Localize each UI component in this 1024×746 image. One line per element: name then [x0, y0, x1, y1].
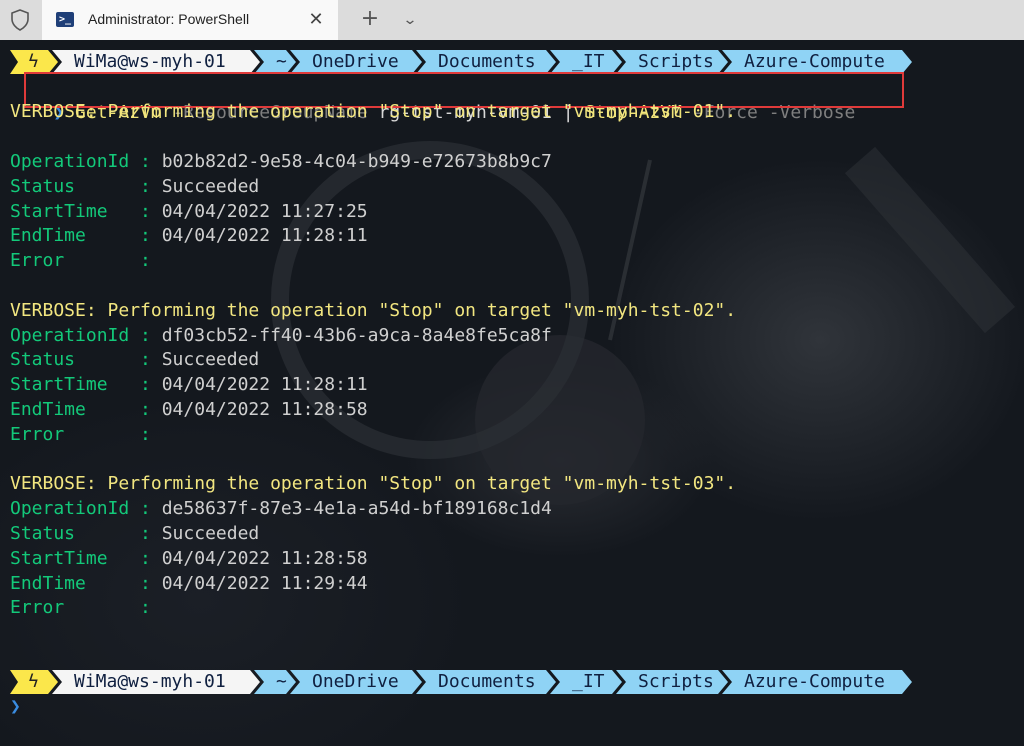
end-time-label: EndTime : — [10, 399, 162, 420]
start-time-value: 04/04/2022 11:28:11 — [161, 374, 368, 396]
start-time-value: 04/04/2022 11:27:25 — [161, 200, 368, 222]
tab-bar: >_ Administrator: PowerShell ✕ + ⌄ — [0, 0, 1024, 40]
result-row-start-time: StartTime : 04/04/2022 11:27:25 — [10, 199, 368, 224]
prompt1-segment-1: WiMa@ws-myh-01 — [52, 50, 260, 74]
end-time-value: 04/04/2022 11:29:44 — [161, 572, 368, 594]
result-row-operation-id: OperationId : b02b82d2-9e58-4c04-b949-e7… — [10, 149, 552, 174]
error-label: Error : — [10, 423, 151, 445]
verbose-message: VERBOSE: Performing the operation "Stop"… — [10, 101, 737, 123]
error-label: Error : — [10, 250, 151, 272]
operation-id-label: OperationId : — [10, 498, 162, 520]
prompt1-segment-6: Scripts — [616, 50, 728, 74]
result-row-start-time: StartTime : 04/04/2022 11:28:11 — [10, 372, 368, 397]
result-row-error: Error : — [10, 422, 151, 447]
status-label: Status : — [10, 523, 162, 544]
prompt2-segment-4: Documents — [416, 670, 556, 694]
tab-title: Administrator: PowerShell — [88, 11, 250, 27]
end-time-label: EndTime : — [10, 225, 162, 247]
result-row-operation-id: OperationId : df03cb52-ff40-43b6-a9ca-8a… — [10, 323, 552, 348]
prompt2-segment-5: _IT — [550, 670, 622, 694]
result-row-end-time: EndTime : 04/04/2022 11:29:44 — [10, 571, 368, 596]
status-value: Succeeded — [161, 349, 260, 371]
prompt1-segment-3: OneDrive — [290, 50, 422, 74]
prompt1-segment-4: Documents — [416, 50, 556, 74]
prompt2-segment-6: Scripts — [616, 670, 728, 694]
new-tab-button[interactable]: + — [358, 5, 382, 33]
operation-id-label: OperationId : — [10, 151, 162, 172]
end-time-value: 04/04/2022 11:28:58 — [161, 399, 368, 420]
tab-powershell[interactable]: >_ Administrator: PowerShell ✕ — [42, 0, 338, 40]
result-row-status: Status : Succeeded — [10, 174, 259, 199]
verbose-line: VERBOSE: Performing the operation "Stop"… — [10, 298, 736, 323]
start-time-value: 04/04/2022 11:28:58 — [161, 547, 368, 569]
end-time-label: EndTime : — [10, 572, 162, 594]
prompt1-segment-5: _IT — [550, 50, 622, 74]
prompt-caret-2[interactable]: ❯ — [10, 694, 21, 719]
terminal-pane[interactable]: ϟ WiMa@ws-myh-01 ~ OneDrive Documents _IT Scri… — [0, 40, 1024, 746]
result-row-status: Status : Succeeded — [10, 347, 259, 372]
status-label: Status : — [10, 175, 162, 197]
operation-id-value: de58637f-87e3-4e1a-a54d-bf189168c1d4 — [161, 498, 552, 520]
operation-id-label: OperationId : — [10, 324, 162, 346]
verbose-message: VERBOSE: Performing the operation "Stop"… — [10, 473, 737, 495]
start-time-label: StartTime : — [10, 200, 162, 222]
result-row-operation-id: OperationId : de58637f-87e3-4e1a-a54d-bf… — [10, 496, 552, 521]
start-time-label: StartTime : — [10, 374, 162, 396]
error-label: Error : — [10, 597, 151, 619]
status-value: Succeeded — [161, 175, 260, 197]
result-row-error: Error : — [10, 248, 151, 273]
result-row-end-time: EndTime : 04/04/2022 11:28:58 — [10, 397, 368, 422]
status-label: Status : — [10, 349, 162, 371]
shield-icon — [11, 9, 29, 31]
result-row-status: Status : Succeeded — [10, 521, 259, 546]
result-row-error: Error : — [10, 595, 151, 620]
prompt2-segment-7: Azure-Compute — [722, 670, 912, 694]
powershell-icon: >_ — [56, 12, 74, 27]
operation-id-value: b02b82d2-9e58-4c04-b949-e72673b8b9c7 — [161, 151, 552, 172]
prompt2-segment-3: OneDrive — [290, 670, 422, 694]
prompt2-segment-1: WiMa@ws-myh-01 — [52, 670, 260, 694]
prompt1-segment-7: Azure-Compute — [722, 50, 912, 74]
chevron-down-icon[interactable]: ⌄ — [394, 10, 425, 30]
verbose-line: VERBOSE: Performing the operation "Stop"… — [10, 99, 736, 124]
result-row-start-time: StartTime : 04/04/2022 11:28:58 — [10, 546, 368, 571]
close-icon[interactable]: ✕ — [304, 8, 328, 32]
start-time-label: StartTime : — [10, 547, 162, 569]
status-value: Succeeded — [161, 523, 260, 544]
result-row-end-time: EndTime : 04/04/2022 11:28:11 — [10, 223, 368, 248]
verbose-line: VERBOSE: Performing the operation "Stop"… — [10, 471, 736, 496]
operation-id-value: df03cb52-ff40-43b6-a9ca-8a4e8fe5ca8f — [161, 324, 552, 346]
verbose-message: VERBOSE: Performing the operation "Stop"… — [10, 299, 737, 321]
end-time-value: 04/04/2022 11:28:11 — [161, 225, 368, 247]
